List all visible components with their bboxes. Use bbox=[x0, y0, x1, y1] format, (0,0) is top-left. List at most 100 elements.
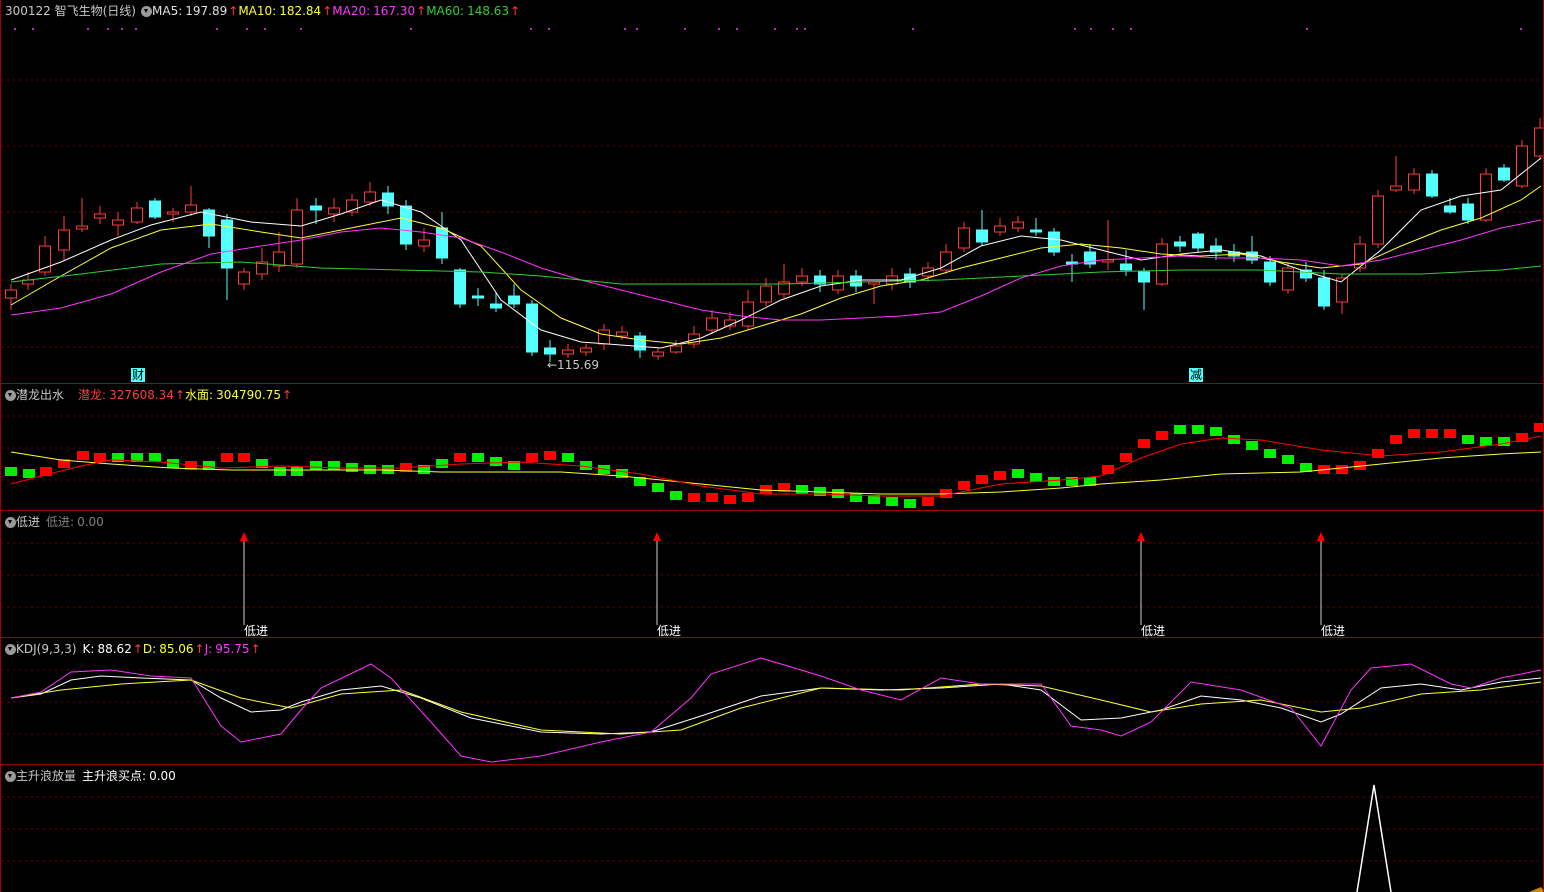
candle-body bbox=[1264, 261, 1276, 283]
candle-body bbox=[76, 225, 88, 230]
qianlong-panel[interactable]: 潜龙出水 潜龙: 327608.34 ↑ 水面: 304790.75 ↑ bbox=[0, 384, 1544, 510]
marker-dot bbox=[300, 28, 302, 30]
qianlong-red-block bbox=[958, 481, 970, 490]
qianlong-green-block bbox=[23, 469, 35, 478]
zsl-buy-spike bbox=[1356, 784, 1392, 892]
qianlong-green-block bbox=[472, 453, 484, 462]
qianlong-green-block bbox=[310, 461, 322, 470]
qianlong-green-block bbox=[886, 497, 898, 506]
qianlong-green-block bbox=[652, 483, 664, 492]
candle-body bbox=[454, 269, 466, 305]
candle-body bbox=[616, 331, 628, 337]
marker-dot bbox=[796, 28, 798, 30]
qianlong-red-block bbox=[526, 453, 538, 462]
qianlong-red-block bbox=[1444, 429, 1456, 438]
candle-body bbox=[94, 213, 106, 219]
qianlong-red-block bbox=[1156, 431, 1168, 440]
qianlong-red-block bbox=[724, 495, 736, 504]
candle-body bbox=[580, 347, 592, 353]
marker-dot bbox=[410, 28, 412, 30]
marker-dot bbox=[87, 28, 89, 30]
up-arrow-icon bbox=[1317, 532, 1325, 541]
qianlong-green-block bbox=[5, 467, 17, 476]
marker-dot bbox=[1090, 28, 1092, 30]
marker-dot bbox=[624, 28, 626, 30]
qianlong-green-block bbox=[580, 461, 592, 470]
marker-dot bbox=[718, 28, 720, 30]
candle-body bbox=[544, 347, 556, 355]
candle-body bbox=[490, 303, 502, 309]
marker-dot bbox=[774, 28, 776, 30]
qianlong-green-block bbox=[149, 453, 161, 462]
dijin-signal-label: 低进 bbox=[244, 624, 268, 637]
qianlong-green-block bbox=[1048, 477, 1060, 486]
candle-body bbox=[1012, 221, 1024, 229]
qianlong-green-block bbox=[832, 489, 844, 498]
candle-body bbox=[131, 207, 143, 223]
candle-body bbox=[508, 295, 520, 305]
marker-dot bbox=[264, 28, 266, 30]
zhushenglang-panel[interactable]: 主升浪放量 主升浪买点: 0.00 bbox=[0, 765, 1544, 892]
qianlong-green-block bbox=[1192, 425, 1204, 434]
candle-body bbox=[634, 335, 646, 351]
candle-body bbox=[58, 229, 70, 251]
candle-body bbox=[328, 207, 340, 215]
candle-body bbox=[706, 317, 718, 331]
candle-body bbox=[796, 275, 808, 283]
qianlong-green-block bbox=[1246, 441, 1258, 450]
main-chart-panel[interactable]: 300122 智飞生物(日线) MA5: 197.89 ↑ MA10: 182.… bbox=[0, 0, 1544, 383]
financial-report-marker[interactable]: 财 bbox=[131, 368, 146, 382]
marker-dot bbox=[1130, 28, 1132, 30]
qianlong-green-block bbox=[670, 491, 682, 500]
qianlong-red-block bbox=[706, 493, 718, 502]
candle-body bbox=[1120, 263, 1132, 271]
qianlong-green-block bbox=[562, 453, 574, 462]
reduce-holding-marker[interactable]: 减 bbox=[1189, 368, 1204, 382]
qianlong-green-block bbox=[1012, 469, 1024, 478]
qianlong-green-block bbox=[1174, 425, 1186, 434]
candle-body bbox=[1390, 185, 1402, 191]
marker-dot bbox=[636, 28, 638, 30]
resize-corner-icon bbox=[1529, 887, 1543, 892]
candle-body bbox=[976, 229, 988, 243]
marker-dot bbox=[216, 28, 218, 30]
qianlong-red-block bbox=[1426, 429, 1438, 438]
qianlong-green-block bbox=[328, 461, 340, 470]
qianlong-red-block bbox=[742, 493, 754, 502]
dijin-panel[interactable]: 低进 低进: 0.00 低进 低进 低进 低进 bbox=[0, 511, 1544, 637]
marker-dot bbox=[1074, 28, 1076, 30]
dijin-chart[interactable]: 低进 低进 低进 低进 bbox=[1, 511, 1543, 637]
marker-dot bbox=[684, 28, 686, 30]
qianlong-red-block bbox=[1138, 439, 1150, 448]
candle-body bbox=[364, 191, 376, 203]
kdj-panel[interactable]: KDJ(9,3,3) K: 88.62 ↑ D: 85.06 ↑ J: 95.7… bbox=[0, 638, 1544, 764]
candle-body bbox=[598, 329, 610, 345]
dijin-signal-label: 低进 bbox=[1141, 624, 1165, 637]
kdj-chart[interactable] bbox=[1, 638, 1543, 764]
qianlong-red-block bbox=[238, 453, 250, 462]
marker-dot bbox=[1520, 28, 1522, 30]
candle-body bbox=[310, 205, 322, 211]
dijin-signal-label: 低进 bbox=[657, 624, 681, 637]
candle-body bbox=[1534, 127, 1543, 157]
up-arrow-icon bbox=[653, 532, 661, 541]
zhushenglang-chart[interactable] bbox=[1, 765, 1543, 892]
candlestick-chart[interactable] bbox=[1, 0, 1543, 383]
candle-body bbox=[1480, 173, 1492, 221]
candle-body bbox=[994, 225, 1006, 233]
qianlong-green-block bbox=[1210, 427, 1222, 436]
candle-body bbox=[185, 204, 197, 213]
marker-dot bbox=[736, 28, 738, 30]
candle-body bbox=[112, 219, 124, 226]
marker-dot bbox=[530, 28, 532, 30]
candle-body bbox=[382, 192, 394, 207]
qianlong-green-block bbox=[274, 467, 286, 476]
marker-dot bbox=[246, 28, 248, 30]
candle-body bbox=[562, 349, 574, 355]
marker-dot bbox=[548, 28, 550, 30]
candle-body bbox=[1318, 277, 1330, 307]
qianlong-green-block bbox=[1462, 435, 1474, 444]
dijin-signal-label: 低进 bbox=[1321, 624, 1345, 637]
candle-body bbox=[1408, 173, 1420, 191]
qianlong-chart[interactable] bbox=[1, 384, 1543, 510]
